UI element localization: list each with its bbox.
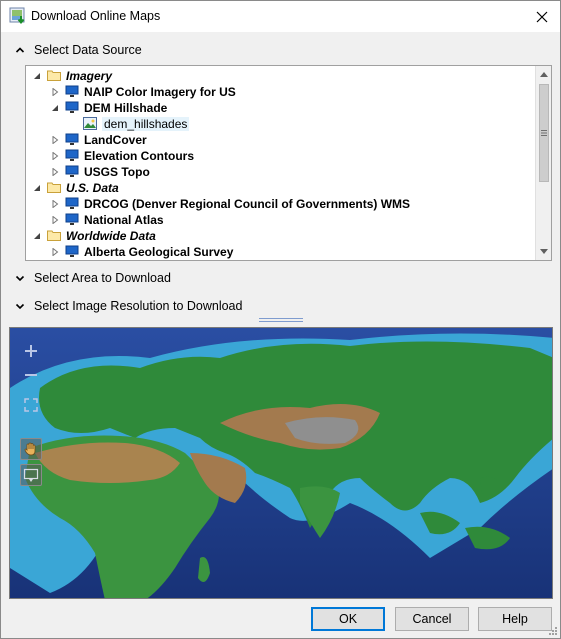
expand-arrow-icon[interactable] [50, 216, 59, 225]
title-bar: Download Online Maps [1, 1, 560, 32]
tree-server-usgs-topo[interactable]: USGS Topo [50, 164, 150, 180]
map-preview[interactable] [9, 327, 553, 599]
scroll-down-arrow-icon [540, 249, 548, 254]
expand-arrow-icon[interactable] [50, 200, 59, 209]
chevron-down-icon [15, 303, 25, 310]
tree-server-national-atlas[interactable]: National Atlas [50, 212, 164, 228]
tree-label: dem_hillshades [102, 117, 190, 131]
tree-label: Alberta Geological Survey [84, 245, 234, 259]
tree-server-drcog[interactable]: DRCOG (Denver Regional Council of Govern… [50, 196, 410, 212]
expand-arrow-icon[interactable] [50, 168, 59, 177]
zoom-in-icon [25, 345, 37, 357]
section-select-resolution[interactable]: Select Image Resolution to Download [1, 296, 560, 316]
scroll-up-arrow-icon [540, 72, 548, 77]
zoom-out-button[interactable] [20, 364, 42, 386]
monitor-icon [65, 213, 79, 227]
collapse-arrow-icon[interactable] [50, 104, 59, 113]
tree-label: NAIP Color Imagery for US [84, 85, 236, 99]
expand-arrow-icon[interactable] [50, 248, 59, 257]
scroll-down-button[interactable] [536, 244, 551, 260]
button-label: OK [338, 612, 358, 626]
zoom-out-icon [25, 374, 37, 376]
collapse-arrow-icon[interactable] [32, 72, 41, 81]
zoom-extent-icon [24, 398, 38, 412]
panel-splitter[interactable] [259, 318, 303, 323]
zoom-extent-button[interactable] [20, 394, 42, 416]
tree-label: Imagery [66, 69, 113, 83]
button-label: Help [502, 612, 528, 626]
monitor-icon [65, 245, 79, 259]
tree-label: Elevation Contours [84, 149, 195, 163]
tree-server-alberta-geological-survey[interactable]: Alberta Geological Survey [50, 244, 233, 260]
tree-label: DEM Hillshade [84, 101, 168, 115]
cancel-button[interactable]: Cancel [395, 607, 469, 631]
window-title: Download Online Maps [31, 9, 161, 23]
tree-category-imagery[interactable]: Imagery [32, 68, 112, 84]
scroll-up-button[interactable] [536, 66, 551, 82]
close-button[interactable] [524, 1, 560, 32]
grip-lines-icon [541, 130, 547, 136]
zoom-in-button[interactable] [20, 340, 42, 362]
download-online-maps-dialog: Download Online Maps Select Data Source … [0, 0, 561, 639]
tree-layer-dem-hillshades[interactable]: dem_hillshades [83, 116, 190, 132]
tree-label: Worldwide Data [66, 229, 156, 243]
expand-arrow-icon[interactable] [50, 136, 59, 145]
world-relief-map [10, 328, 552, 598]
monitor-icon [65, 133, 79, 147]
folder-icon [47, 69, 61, 83]
section-select-data-source[interactable]: Select Data Source [1, 40, 560, 60]
collapse-arrow-icon[interactable] [32, 232, 41, 241]
section-label: Select Area to Download [34, 271, 171, 285]
collapse-arrow-icon[interactable] [32, 184, 41, 193]
pan-tool-button[interactable] [20, 438, 42, 460]
expand-arrow-icon[interactable] [50, 152, 59, 161]
download-map-app-icon [9, 7, 25, 25]
tree-label: U.S. Data [66, 181, 119, 195]
tree-label: National Atlas [84, 213, 164, 227]
ok-button[interactable]: OK [311, 607, 385, 631]
tree-category-worldwide-data[interactable]: Worldwide Data [32, 228, 156, 244]
folder-icon [47, 181, 61, 195]
tree-category-us-data[interactable]: U.S. Data [32, 180, 119, 196]
data-source-tree[interactable]: Imagery NAIP Color Imagery for US DEM Hi… [25, 65, 552, 261]
tree-server-landcover[interactable]: LandCover [50, 132, 147, 148]
chevron-up-icon [15, 47, 25, 53]
tree-server-dem-hillshade[interactable]: DEM Hillshade [50, 100, 167, 116]
section-select-area[interactable]: Select Area to Download [1, 268, 560, 288]
tree-label: LandCover [84, 133, 147, 147]
monitor-icon [65, 149, 79, 163]
image-layer-icon [83, 117, 97, 131]
folder-icon [47, 229, 61, 243]
tree-vertical-scrollbar[interactable] [535, 66, 551, 260]
tree-server-elevation-contours[interactable]: Elevation Contours [50, 148, 194, 164]
tree-label: USGS Topo [84, 165, 150, 179]
help-button[interactable]: Help [478, 607, 552, 631]
button-label: Cancel [412, 612, 452, 626]
resize-grip-icon[interactable] [546, 624, 558, 636]
pan-hand-icon [24, 442, 36, 456]
tree-server-naip[interactable]: NAIP Color Imagery for US [50, 84, 236, 100]
chevron-down-icon [15, 275, 25, 282]
tree-label: DRCOG (Denver Regional Council of Govern… [84, 197, 411, 211]
select-area-button[interactable] [20, 464, 42, 486]
select-rectangle-icon [23, 468, 39, 482]
close-icon [536, 11, 548, 22]
expand-arrow-icon[interactable] [50, 88, 59, 97]
monitor-icon [65, 101, 79, 115]
monitor-icon [65, 165, 79, 179]
monitor-icon [65, 85, 79, 99]
monitor-icon [65, 197, 79, 211]
scroll-thumb[interactable] [539, 84, 549, 182]
section-label: Select Image Resolution to Download [34, 299, 243, 313]
section-label: Select Data Source [34, 43, 142, 57]
